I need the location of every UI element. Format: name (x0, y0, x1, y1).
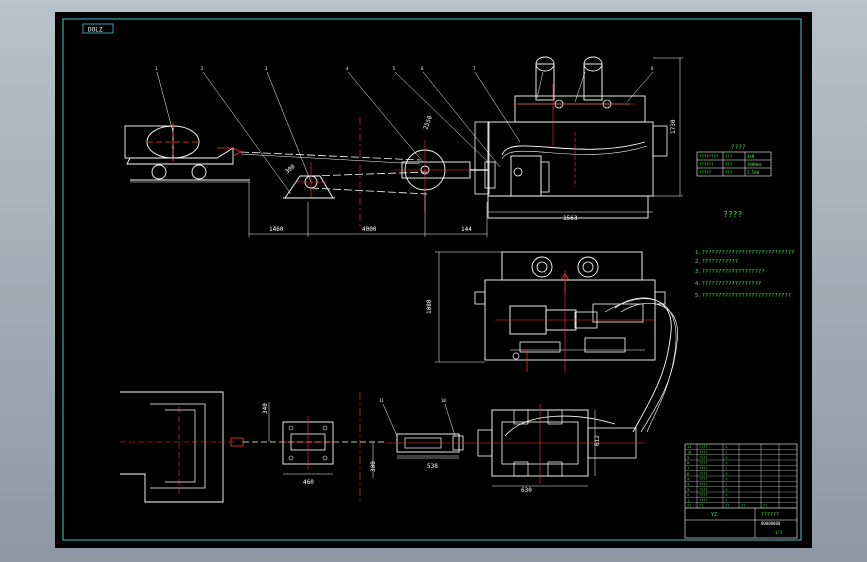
notes-heading: ???? (723, 210, 742, 219)
title-block-code: YZ (711, 512, 717, 518)
drive-pulley (395, 140, 488, 212)
dim-1730: 1730 (670, 119, 677, 134)
spec-r2c1: ?????? (699, 162, 714, 167)
title-block-cell: 1 (725, 445, 727, 449)
note-1: 1.???????????????????????????? (695, 250, 794, 256)
title-block-cell: 1 (725, 472, 727, 476)
title-block-cell: 1 (725, 493, 727, 497)
title-block-cell: 2 (687, 493, 689, 497)
title-block-cell: 1 (725, 466, 727, 470)
dim-1460: 1460 (269, 226, 284, 233)
note-2: 2.??????????? (695, 259, 738, 265)
title-block-cell: ???? (699, 498, 708, 502)
note-5: 5.??????????????????????????? (695, 293, 791, 299)
title-block-cell: ???? (699, 488, 708, 492)
title-block-cell: ???? (699, 456, 708, 460)
title-block-cell: ?? (687, 504, 691, 508)
title-block-cell: 8 (687, 461, 689, 465)
balloon-4: 4 (346, 66, 349, 71)
title-block-cell: 1 (687, 498, 689, 502)
leader-lines (156, 71, 654, 195)
title-block-cell: 5 (687, 477, 689, 481)
title-block-cell: 1 (725, 450, 727, 454)
balloon-11: 11 (379, 398, 384, 403)
title-block-part-no: 00000000 (761, 521, 781, 526)
title-block-cell: 1 (725, 477, 727, 481)
spec-r3c1: ????? (699, 170, 712, 175)
note-3: 3.??????????????????? (695, 269, 765, 275)
title-block-rows: 11???? 110???? 19???? 18???? 17???? 16???? 15?… (685, 445, 797, 509)
dim-144: 144 (461, 226, 472, 233)
dim-4000: 4000 (362, 226, 377, 233)
title-block-cell: 1 (725, 488, 727, 492)
hydraulic-station-front (474, 56, 668, 219)
title-block-cell: ?? (741, 504, 745, 508)
top-view: 1460 4000 144 1563 1730 300 2550 1 2 3 4… (124, 56, 683, 237)
spec-r3c2: ??? (725, 170, 733, 175)
title-block-drawing-name: ?????? (761, 512, 779, 518)
balloon-3: 3 (265, 66, 268, 71)
title-block-cell: 1 (725, 482, 727, 486)
title-block-cell: ?? (763, 504, 767, 508)
spec-r2c2: ??? (725, 162, 733, 167)
spec-r3c3: 2.5kW (747, 170, 760, 175)
title-block-cell: ???? (699, 477, 708, 481)
spec-r1c2: ??? (725, 154, 733, 159)
bottom-view: 11 10 (120, 391, 645, 503)
title-block-cell: 7 (687, 466, 689, 470)
spec-r1c1: ???????? (699, 154, 719, 159)
dim-612: 612 (594, 435, 601, 446)
spec-r1c3: 3kN (747, 154, 755, 159)
title-block-cell: ???? (699, 482, 708, 486)
balloon-10: 10 (441, 398, 446, 403)
dim-538: 538 (427, 463, 438, 470)
cad-viewport[interactable]: DOLZ 1460 4000 144 1563 1730 300 2550 1 … (0, 0, 867, 562)
title-block-sheet: 1/1 (775, 530, 783, 535)
balloon-5: 5 (393, 66, 396, 71)
title-block-cell: 9 (687, 456, 689, 460)
hydraulic-station-top (435, 251, 678, 433)
balloon-1: 1 (155, 66, 158, 71)
title-block-cell: ?? (699, 504, 703, 508)
note-4: 4.?????????????????? (695, 281, 761, 287)
title-block-cell: ???? (699, 450, 708, 454)
drawing-tag: DOLZ (88, 27, 103, 34)
dim-300-bottom: 300 (370, 461, 377, 472)
title-block-cell: ???? (699, 445, 708, 449)
dim-460: 460 (303, 479, 314, 486)
title-block-cell: ???? (699, 493, 708, 497)
balloon-2: 2 (201, 66, 204, 71)
spec-table: ???? ???????? ??? 3kN ?????? ??? 1000mm … (696, 144, 772, 177)
title-block-cell: 10 (687, 450, 691, 454)
spec-table-title: ???? (731, 144, 746, 151)
dim-340: 340 (262, 403, 269, 414)
title-block-cell: ???? (699, 466, 708, 470)
title-block-cell: ???? (699, 472, 708, 476)
technical-notes: ???? 1.???????????????????????????? 2.??… (695, 210, 794, 299)
title-block-cell: 1 (725, 461, 727, 465)
balloon-7: 7 (473, 66, 476, 71)
cart (124, 122, 250, 183)
balloon-6: 6 (421, 66, 424, 71)
cad-drawing: DOLZ 1460 4000 144 1563 1730 300 2550 1 … (62, 18, 802, 541)
dim-630: 630 (521, 487, 532, 494)
balloon-8: 8 (651, 66, 654, 71)
title-block-cell: ?? (725, 504, 729, 508)
title-block-cell: 4 (687, 482, 689, 486)
title-block-cell: 1 (725, 456, 727, 460)
title-block-cell: 1 (725, 498, 727, 502)
drawing-canvas[interactable]: DOLZ 1460 4000 144 1563 1730 300 2550 1 … (55, 12, 812, 548)
dim-1563: 1563 (563, 215, 578, 222)
dim-300: 300 (284, 163, 297, 176)
dim-2550: 2550 (422, 114, 434, 130)
dim-1080: 1080 (426, 299, 433, 314)
drawing-border (62, 18, 802, 541)
title-block-cell: 11 (687, 445, 691, 449)
title-block-cell: 3 (687, 488, 689, 492)
title-block-cell: ???? (699, 461, 708, 465)
title-block-cell: 6 (687, 472, 689, 476)
spec-r2c3: 1000mm (747, 162, 762, 167)
